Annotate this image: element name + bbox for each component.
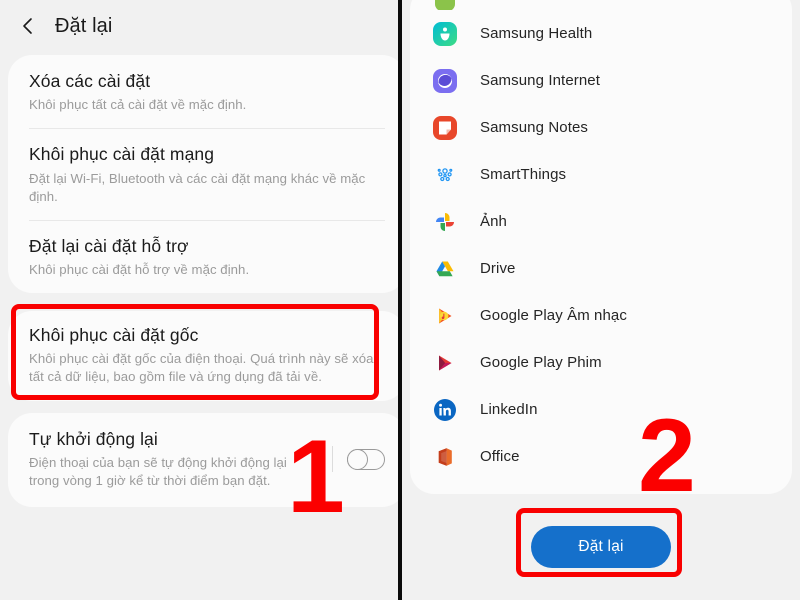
screenshot-root: Đặt lại Xóa các cài đặt Khôi phục tất cả… xyxy=(0,0,800,600)
app-label: Samsung Internet xyxy=(480,72,601,89)
google-play-movies-icon xyxy=(432,350,458,376)
step-badge-2: 2 xyxy=(638,398,696,514)
toggle-knob xyxy=(347,448,368,470)
setting-description: Điện thoại của bạn sẽ tự động khởi động … xyxy=(29,455,287,489)
google-drive-icon xyxy=(432,256,458,282)
app-label: LinkedIn xyxy=(480,401,538,418)
setting-description: Khôi phục tất cả cài đặt về mặc định. xyxy=(29,97,247,113)
app-label: Google Play Phim xyxy=(480,354,602,371)
microsoft-office-icon xyxy=(432,444,458,470)
setting-title: Đặt lại cài đặt hỗ trợ xyxy=(29,236,189,257)
list-item[interactable]: Office xyxy=(410,433,792,480)
list-item[interactable]: Samsung Notes xyxy=(410,104,792,151)
setting-row-reset-accessibility[interactable]: Đặt lại cài đặt hỗ trợ Khôi phục cài đặt… xyxy=(8,220,398,293)
partial-app-icon xyxy=(432,0,458,10)
factory-reset-card[interactable]: Khôi phục cài đặt gốc Khôi phục cài đặt … xyxy=(8,311,398,401)
smartthings-icon xyxy=(432,162,458,188)
chevron-left-icon[interactable] xyxy=(17,15,39,37)
auto-restart-toggle[interactable] xyxy=(347,448,385,470)
list-item[interactable]: Google Play Âm nhạc xyxy=(410,292,792,339)
setting-title: Tự khởi động lại xyxy=(29,429,158,449)
list-item[interactable]: Samsung Health xyxy=(410,10,792,57)
setting-description: Khôi phục cài đặt gốc của điện thoại. Qu… xyxy=(29,351,374,385)
reset-button[interactable]: Đặt lại xyxy=(531,526,671,568)
setting-row-clear-settings[interactable]: Xóa các cài đặt Khôi phục tất cả cài đặt… xyxy=(8,55,398,128)
list-item[interactable]: SmartThings xyxy=(410,151,792,198)
step-badge-1: 1 xyxy=(287,419,345,535)
setting-row-reset-network[interactable]: Khôi phục cài đặt mạng Đặt lại Wi-Fi, Bl… xyxy=(8,128,398,220)
samsung-health-icon xyxy=(432,21,458,47)
auto-restart-text-block: Tự khởi động lại Điện thoại của bạn sẽ t… xyxy=(29,428,322,491)
list-item[interactable]: Samsung Internet xyxy=(410,57,792,104)
setting-description: Đặt lại Wi-Fi, Bluetooth và các cài đặt … xyxy=(29,170,366,204)
right-phone-screen: Samsung Health Samsung Internet Samsung … xyxy=(402,0,800,600)
setting-title: Khôi phục cài đặt mạng xyxy=(29,144,215,165)
linkedin-icon xyxy=(432,397,458,423)
app-label: Google Play Âm nhạc xyxy=(480,307,627,324)
general-reset-card: Xóa các cài đặt Khôi phục tất cả cài đặt… xyxy=(8,55,398,294)
setting-row-factory-reset[interactable]: Khôi phục cài đặt gốc Khôi phục cài đặt … xyxy=(8,311,398,401)
setting-title: Khôi phục cài đặt gốc xyxy=(29,325,199,345)
google-photos-icon xyxy=(432,209,458,235)
list-item[interactable]: Ảnh xyxy=(410,198,792,245)
list-item[interactable] xyxy=(410,0,792,10)
app-label: Ảnh xyxy=(480,213,507,230)
google-play-music-icon xyxy=(432,303,458,329)
setting-description: Khôi phục cài đặt hỗ trợ về mặc định. xyxy=(29,262,250,278)
samsung-notes-icon xyxy=(432,115,458,141)
app-label: Office xyxy=(480,448,520,465)
app-label: Samsung Notes xyxy=(480,119,589,136)
bottom-action-bar: Đặt lại xyxy=(402,508,800,600)
app-header: Đặt lại xyxy=(0,0,398,52)
app-label: Samsung Health xyxy=(480,25,593,42)
app-label: SmartThings xyxy=(480,166,567,183)
list-item[interactable]: Google Play Phim xyxy=(410,339,792,386)
page-title: Đặt lại xyxy=(55,14,113,37)
list-item[interactable]: LinkedIn xyxy=(410,386,792,433)
setting-title: Xóa các cài đặt xyxy=(29,71,151,91)
list-item[interactable]: Drive xyxy=(410,245,792,292)
apps-to-be-removed-list: Samsung Health Samsung Internet Samsung … xyxy=(410,0,792,494)
samsung-internet-icon xyxy=(432,68,458,94)
app-label: Drive xyxy=(480,260,516,277)
